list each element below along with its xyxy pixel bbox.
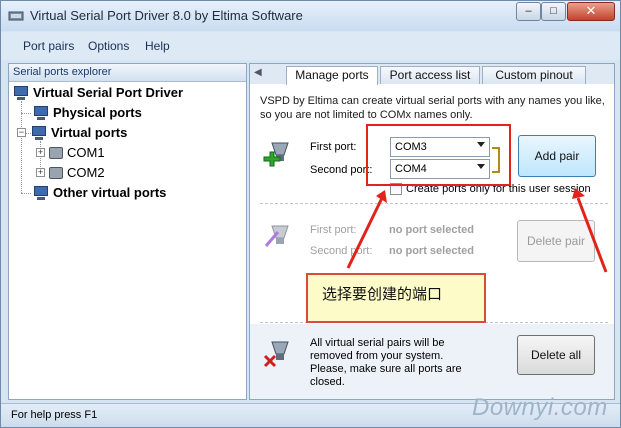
watermark: Downyi.com — [472, 394, 608, 421]
arrow-head-icon — [572, 188, 585, 199]
annotation-arrows — [346, 188, 608, 273]
annotation-callout: 选择要创建的端口 — [306, 273, 486, 323]
